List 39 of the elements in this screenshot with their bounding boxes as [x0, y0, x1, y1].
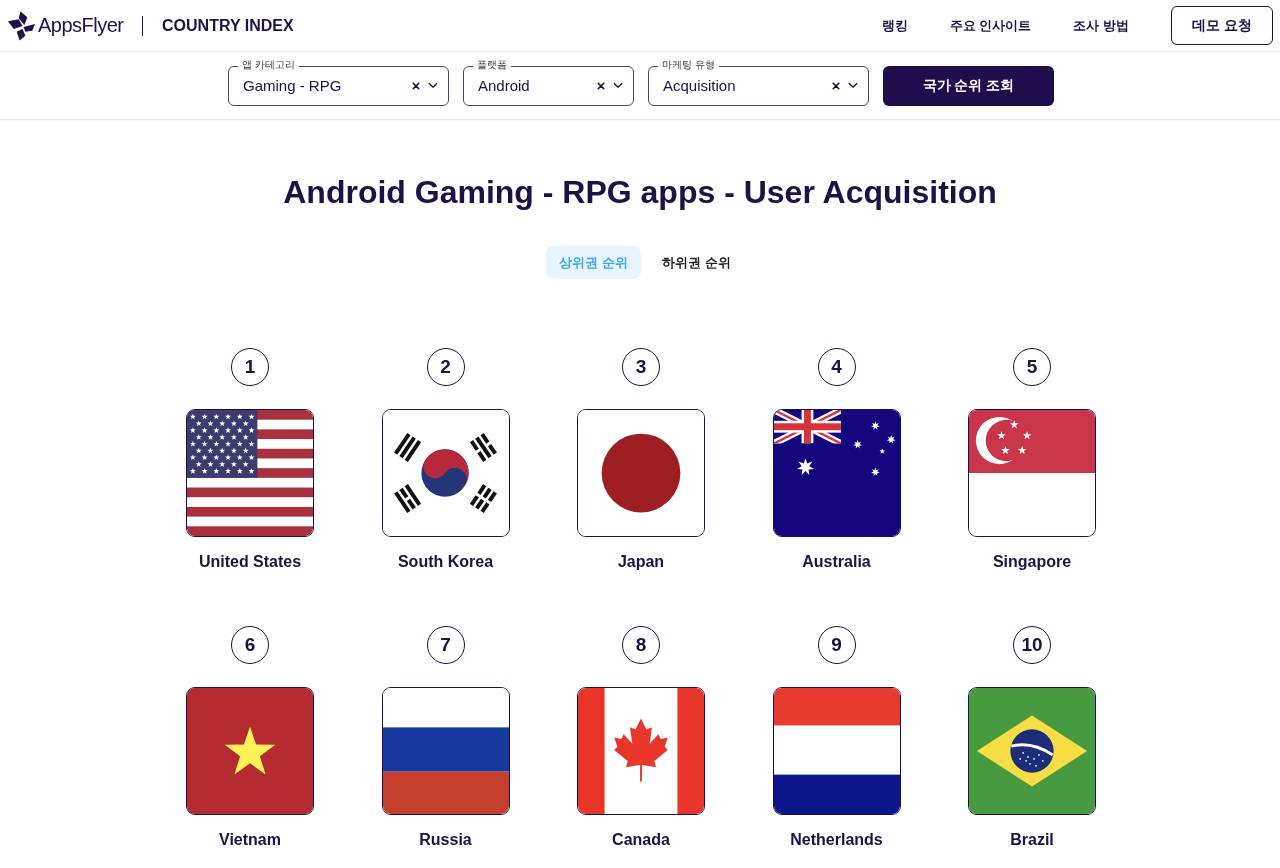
singapore-flag-icon[interactable] — [968, 409, 1096, 537]
chevron-down-icon[interactable] — [848, 82, 858, 89]
american-flag-icon[interactable] — [186, 409, 314, 537]
nav-link[interactable]: 조사 방법 — [1073, 16, 1130, 35]
chevron-down-icon[interactable] — [428, 82, 438, 89]
vietnamese-flag-icon[interactable] — [186, 687, 314, 815]
japanese-flag-icon[interactable] — [577, 409, 705, 537]
page-title: Android Gaming - RPG apps - User Acquisition — [283, 173, 997, 212]
country-name: Singapore — [992, 552, 1072, 572]
search-button[interactable]: 국가 순위 조회 — [883, 65, 1054, 106]
clear-icon[interactable] — [597, 81, 605, 90]
nav-link[interactable]: 랭킹 — [881, 16, 908, 35]
nav-link[interactable]: 주요 인사이트 — [949, 16, 1032, 35]
field-label: 앱 카테고리 — [238, 58, 299, 71]
country-name: United States — [198, 552, 302, 572]
country-name: Japan — [617, 552, 665, 572]
field-label: 마케팅 유형 — [658, 58, 719, 71]
south-korean-flag-icon[interactable] — [381, 409, 510, 537]
tab[interactable]: 하위권 순위 — [649, 246, 744, 279]
country-name: Brazil — [1010, 830, 1054, 850]
country-name: Australia — [802, 552, 871, 572]
canadian-flag-icon[interactable] — [577, 687, 705, 815]
country-name: Netherlands — [790, 830, 883, 850]
logo-text[interactable]: AppsFlyer — [38, 14, 124, 37]
chevron-down-icon[interactable] — [613, 82, 623, 89]
country-name: South Korea — [397, 552, 494, 572]
brazilian-flag-icon[interactable] — [968, 687, 1096, 815]
clear-icon[interactable] — [412, 81, 420, 90]
clear-icon[interactable] — [832, 81, 840, 90]
country-name: Vietnam — [219, 830, 281, 850]
country-name: Canada — [612, 830, 670, 850]
dutch-flag-icon[interactable] — [772, 687, 901, 815]
product-title[interactable]: COUNTRY INDEX — [162, 16, 294, 35]
russian-flag-icon[interactable] — [381, 687, 510, 815]
demo-request-button[interactable]: 데모 요청 — [1171, 6, 1273, 45]
field-label: 플랫폼 — [473, 58, 511, 71]
australian-flag-icon[interactable] — [772, 409, 901, 537]
country-name: Russia — [419, 830, 472, 850]
logo-icon[interactable] — [8, 10, 37, 41]
